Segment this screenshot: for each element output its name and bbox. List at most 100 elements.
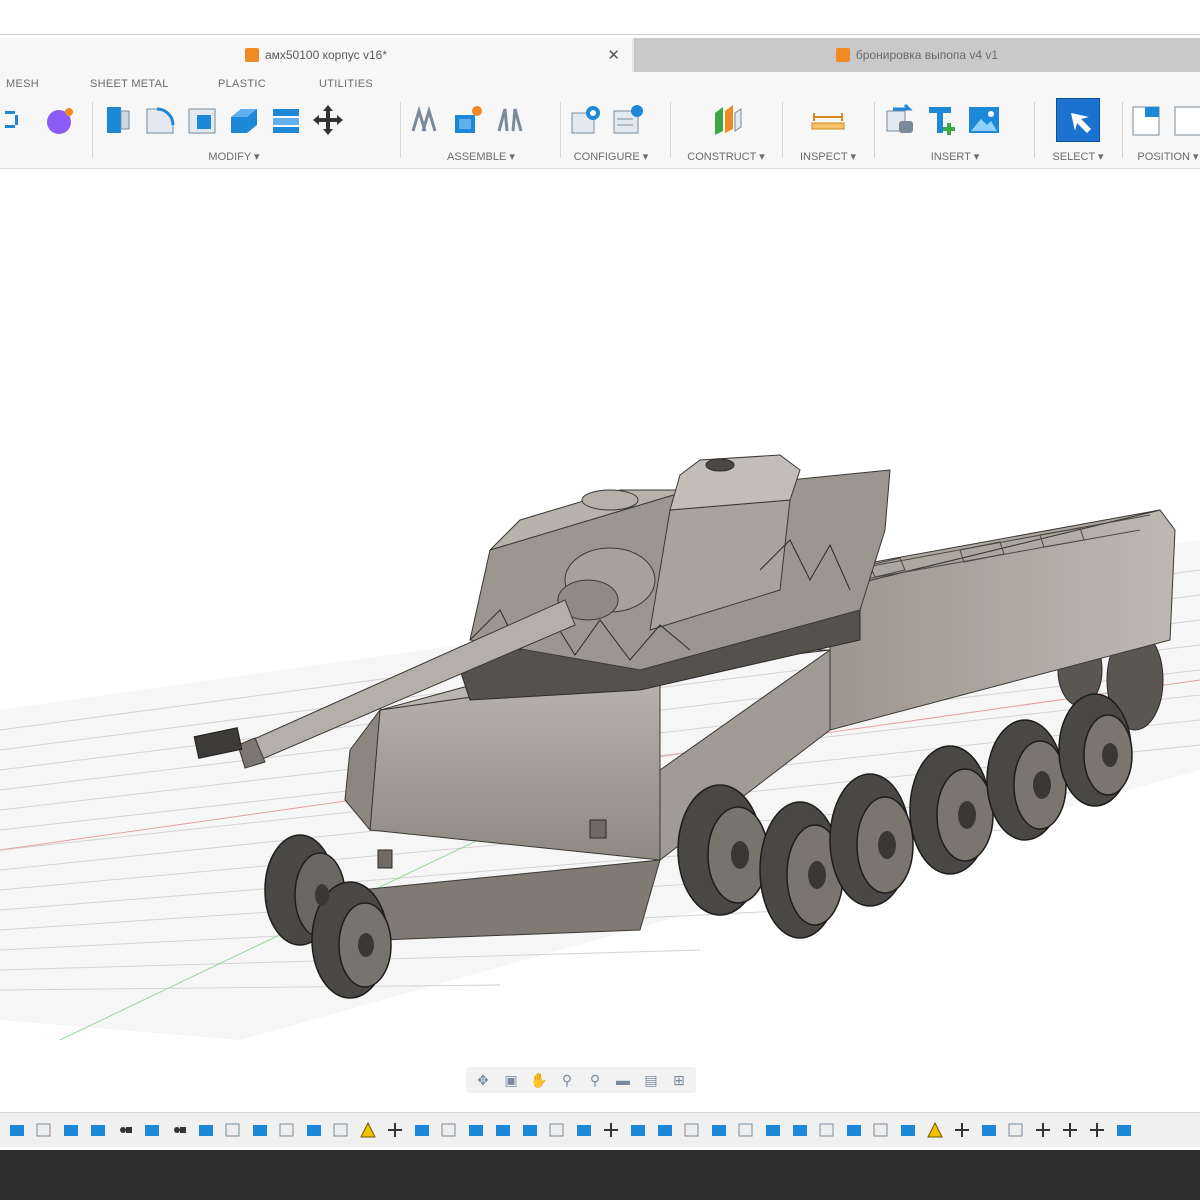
combine-icon[interactable] [268, 102, 304, 138]
insert-mesh-icon[interactable] [924, 102, 960, 138]
timeline-feature-icon[interactable] [196, 1120, 216, 1140]
timeline-move-icon[interactable] [1087, 1120, 1107, 1140]
timeline-move-icon[interactable] [601, 1120, 621, 1140]
construct-group-label[interactable]: CONSTRUCT ▾ [678, 150, 774, 163]
timeline-feature-icon[interactable] [979, 1120, 999, 1140]
ribbon-tab-mesh[interactable]: MESH [6, 78, 39, 90]
mesh-form-icon[interactable] [42, 102, 78, 138]
orbit-icon[interactable]: ✥ [472, 1071, 494, 1089]
configure-group: CONFIGURE ▾ [568, 98, 664, 166]
timeline-move-icon[interactable] [952, 1120, 972, 1140]
modify-group-label[interactable]: MODIFY ▾ [88, 150, 380, 163]
insert-group-label[interactable]: INSERT ▾ [882, 150, 1028, 163]
inspect-group: INSPECT ▾ [790, 98, 866, 166]
timeline-feature-icon[interactable] [898, 1120, 918, 1140]
configure-table-icon[interactable] [568, 102, 604, 138]
joint-icon[interactable] [408, 102, 444, 138]
new-component-icon[interactable] [450, 102, 486, 138]
measure-icon[interactable] [810, 102, 846, 138]
timeline-sketch-icon[interactable] [223, 1120, 243, 1140]
taskbar [0, 1150, 1200, 1200]
pan-icon[interactable]: ✋ [528, 1071, 550, 1089]
shell-icon[interactable] [226, 102, 262, 138]
timeline-move-icon[interactable] [169, 1120, 189, 1140]
timeline-warning-icon[interactable] [925, 1120, 945, 1140]
timeline-sketch-icon[interactable] [547, 1120, 567, 1140]
timeline-feature-icon[interactable] [412, 1120, 432, 1140]
close-icon[interactable]: ✕ [607, 46, 620, 64]
timeline-feature-icon[interactable] [88, 1120, 108, 1140]
timeline-sketch-icon[interactable] [1006, 1120, 1026, 1140]
timeline-feature-icon[interactable] [520, 1120, 540, 1140]
select-group-label[interactable]: SELECT ▾ [1040, 150, 1116, 163]
timeline-feature-icon[interactable] [763, 1120, 783, 1140]
timeline-feature-icon[interactable] [142, 1120, 162, 1140]
position-capture-icon[interactable] [1128, 102, 1164, 138]
ribbon-tab-sheet-metal[interactable]: SHEET METAL [90, 78, 169, 90]
as-built-joint-icon[interactable] [492, 102, 528, 138]
timeline-sketch-icon[interactable] [439, 1120, 459, 1140]
tab-inactive-document[interactable]: бронировка выпопа v4 v1 [634, 38, 1200, 72]
tab-active-document[interactable]: амх50100 корпус v16* ✕ [0, 38, 632, 72]
inactive-tab-label: бронировка выпопа v4 v1 [855, 48, 999, 62]
timeline-feature-icon[interactable] [493, 1120, 513, 1140]
timeline-feature-icon[interactable] [304, 1120, 324, 1140]
timeline-sketch-icon[interactable] [277, 1120, 297, 1140]
toolbar-ribbon: MESH SHEET METAL PLASTIC UTILITIES MODIF… [0, 72, 1200, 169]
mesh-group [0, 98, 78, 166]
grid-icon[interactable]: ▤ [640, 1071, 662, 1089]
ribbon-separator [782, 102, 783, 158]
timeline-sketch-icon[interactable] [682, 1120, 702, 1140]
timeline-feature-icon[interactable] [628, 1120, 648, 1140]
timeline-sketch-icon[interactable] [736, 1120, 756, 1140]
component-icon [244, 48, 259, 62]
timeline-feature-icon[interactable] [709, 1120, 729, 1140]
assemble-group: ASSEMBLE ▾ [408, 98, 554, 166]
look-at-icon[interactable]: ▣ [500, 1071, 522, 1089]
zoom-icon[interactable]: ⚲ [556, 1071, 578, 1089]
timeline-move-icon[interactable] [115, 1120, 135, 1140]
insert-derive-icon[interactable] [882, 102, 918, 138]
timeline-feature-icon[interactable] [790, 1120, 810, 1140]
model-canvas[interactable] [0, 170, 1200, 1100]
timeline-feature-icon[interactable] [7, 1120, 27, 1140]
timeline-feature-icon[interactable] [574, 1120, 594, 1140]
fillet-icon[interactable] [142, 102, 178, 138]
chamfer-icon[interactable] [184, 102, 220, 138]
viewports-icon[interactable]: ⊞ [668, 1071, 690, 1089]
timeline-move-icon[interactable] [1033, 1120, 1053, 1140]
fit-icon[interactable]: ⚲ [584, 1071, 606, 1089]
move-icon[interactable] [310, 102, 346, 138]
timeline-sketch-icon[interactable] [817, 1120, 837, 1140]
ribbon-tab-utilities[interactable]: UTILITIES [319, 78, 373, 90]
timeline-sketch-icon[interactable] [34, 1120, 54, 1140]
timeline-feature-icon[interactable] [466, 1120, 486, 1140]
timeline-warning-icon[interactable] [358, 1120, 378, 1140]
timeline-feature-icon[interactable] [844, 1120, 864, 1140]
inspect-group-label[interactable]: INSPECT ▾ [790, 150, 866, 163]
assemble-group-label[interactable]: ASSEMBLE ▾ [408, 150, 554, 163]
offset-plane-icon[interactable] [708, 102, 744, 138]
configure-group-label[interactable]: CONFIGURE ▾ [568, 150, 654, 163]
insert-canvas-icon[interactable] [966, 102, 1002, 138]
timeline-feature-icon[interactable] [655, 1120, 675, 1140]
display-icon[interactable]: ▬ [612, 1071, 634, 1089]
ribbon-separator [1122, 102, 1123, 158]
timeline-move-icon[interactable] [385, 1120, 405, 1140]
timeline-feature-icon[interactable] [250, 1120, 270, 1140]
timeline-move-icon[interactable] [1060, 1120, 1080, 1140]
press-pull-icon[interactable] [100, 102, 136, 138]
timeline-feature-icon[interactable] [1114, 1120, 1134, 1140]
configure-rules-icon[interactable] [610, 102, 646, 138]
ribbon-tab-plastic[interactable]: PLASTIC [218, 78, 266, 90]
mesh-sketch-icon[interactable] [0, 102, 36, 138]
timeline-sketch-icon[interactable] [331, 1120, 351, 1140]
timeline-sketch-icon[interactable] [871, 1120, 891, 1140]
select-cursor-icon[interactable] [1056, 98, 1100, 142]
timeline-feature-icon[interactable] [61, 1120, 81, 1140]
position-group-label[interactable]: POSITION ▾ [1128, 150, 1200, 163]
insert-group: INSERT ▾ [882, 98, 1028, 166]
3d-viewport[interactable] [0, 170, 1200, 1100]
position-revert-icon[interactable] [1170, 102, 1200, 138]
timeline-bar [0, 1112, 1200, 1147]
